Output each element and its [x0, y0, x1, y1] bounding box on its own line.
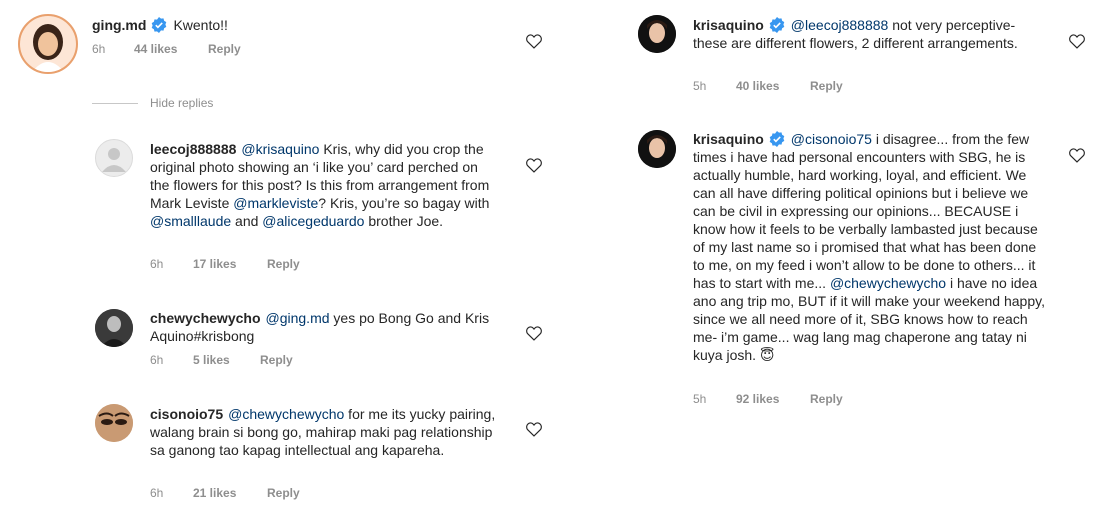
- username[interactable]: krisaquino: [693, 131, 764, 147]
- mention-link[interactable]: @cisonoio75: [791, 131, 872, 147]
- reply-body: leecoj888888 @krisaquino Kris, why did yo…: [150, 140, 498, 230]
- timestamp: 5h: [693, 392, 707, 406]
- heart-icon[interactable]: [525, 33, 543, 49]
- mention-link[interactable]: @alicegeduardo: [262, 213, 364, 229]
- comment-text: Kwento!!: [173, 17, 228, 33]
- timestamp: 6h: [150, 353, 164, 367]
- username[interactable]: cisonoio75: [150, 406, 223, 422]
- hide-replies-toggle[interactable]: Hide replies: [92, 96, 213, 110]
- username[interactable]: chewychewycho: [150, 310, 261, 326]
- mention-link[interactable]: @markleviste: [233, 195, 318, 211]
- avatar[interactable]: [95, 139, 133, 177]
- comment-body: krisaquino @cisonoio75 i disagree... from…: [693, 130, 1048, 364]
- avatar[interactable]: [638, 15, 676, 53]
- avatar-portrait-icon: [95, 309, 133, 347]
- hide-replies-label: Hide replies: [150, 96, 214, 110]
- mention-link[interactable]: @chewychewycho: [830, 275, 946, 291]
- reply-meta: 6h 17 likes Reply: [150, 257, 300, 271]
- reply-text: ? Kris, you’re so bagay with: [318, 195, 490, 211]
- comment-text: i disagree... from the few times i have …: [693, 131, 1038, 291]
- reply-meta: 6h 5 likes Reply: [150, 353, 293, 367]
- mention-link[interactable]: @ging.md: [266, 310, 330, 326]
- verified-badge-icon: [769, 131, 785, 147]
- comment-body: krisaquino @leecoj888888 not very percept…: [693, 16, 1045, 52]
- comment-meta: 5h 40 likes Reply: [693, 79, 843, 93]
- reply-text: and: [231, 213, 263, 229]
- avatar[interactable]: [638, 130, 676, 168]
- timestamp: 5h: [693, 79, 707, 93]
- mention-link[interactable]: @leecoj888888: [791, 17, 889, 33]
- reply-body: chewychewycho @ging.md yes po Bong Go and…: [150, 309, 512, 345]
- avatar-portrait-icon: [638, 15, 676, 53]
- avatar-placeholder-icon: [102, 148, 126, 172]
- heart-icon[interactable]: [1068, 33, 1086, 49]
- comment-body: ging.md Kwento!!: [92, 16, 492, 34]
- timestamp: 6h: [150, 486, 164, 500]
- avatar-portrait-icon: [638, 130, 676, 168]
- reply-meta: 6h 21 likes Reply: [150, 486, 300, 500]
- reply-button[interactable]: Reply: [810, 79, 843, 93]
- likes-count[interactable]: 21 likes: [193, 486, 267, 500]
- verified-badge-icon: [769, 17, 785, 33]
- heart-icon[interactable]: [525, 157, 543, 173]
- timestamp: 6h: [150, 257, 164, 271]
- avatar-portrait-icon: [20, 16, 76, 72]
- reply-button[interactable]: Reply: [267, 486, 300, 500]
- likes-count[interactable]: 17 likes: [193, 257, 267, 271]
- heart-icon[interactable]: [1068, 147, 1086, 163]
- comment-meta: 5h 92 likes Reply: [693, 392, 843, 406]
- timestamp: 6h: [92, 42, 106, 56]
- heart-icon[interactable]: [525, 421, 543, 437]
- reply-body: cisonoio75 @chewychewycho for me its yuck…: [150, 405, 502, 459]
- username[interactable]: leecoj888888: [150, 141, 236, 157]
- comment-meta: 6h 44 likes Reply: [92, 42, 241, 56]
- mention-link[interactable]: @krisaquino: [241, 141, 319, 157]
- likes-count[interactable]: 92 likes: [736, 392, 810, 406]
- reply-button[interactable]: Reply: [810, 392, 843, 406]
- avatar[interactable]: [18, 14, 78, 74]
- mention-link[interactable]: @smalllaude: [150, 213, 231, 229]
- reply-button[interactable]: Reply: [267, 257, 300, 271]
- avatar-portrait-icon: [95, 404, 133, 442]
- verified-badge-icon: [152, 17, 167, 33]
- reply-button[interactable]: Reply: [208, 42, 241, 56]
- reply-text: brother Joe.: [364, 213, 444, 229]
- likes-count[interactable]: 44 likes: [134, 42, 208, 56]
- likes-count[interactable]: 5 likes: [193, 353, 260, 367]
- heart-icon[interactable]: [525, 325, 543, 341]
- divider: [92, 103, 138, 105]
- username[interactable]: krisaquino: [693, 17, 764, 33]
- reply-button[interactable]: Reply: [260, 353, 293, 367]
- likes-count[interactable]: 40 likes: [736, 79, 810, 93]
- mention-link[interactable]: @chewychewycho: [228, 406, 344, 422]
- avatar[interactable]: [95, 404, 133, 442]
- username[interactable]: ging.md: [92, 17, 146, 33]
- avatar[interactable]: [95, 309, 133, 347]
